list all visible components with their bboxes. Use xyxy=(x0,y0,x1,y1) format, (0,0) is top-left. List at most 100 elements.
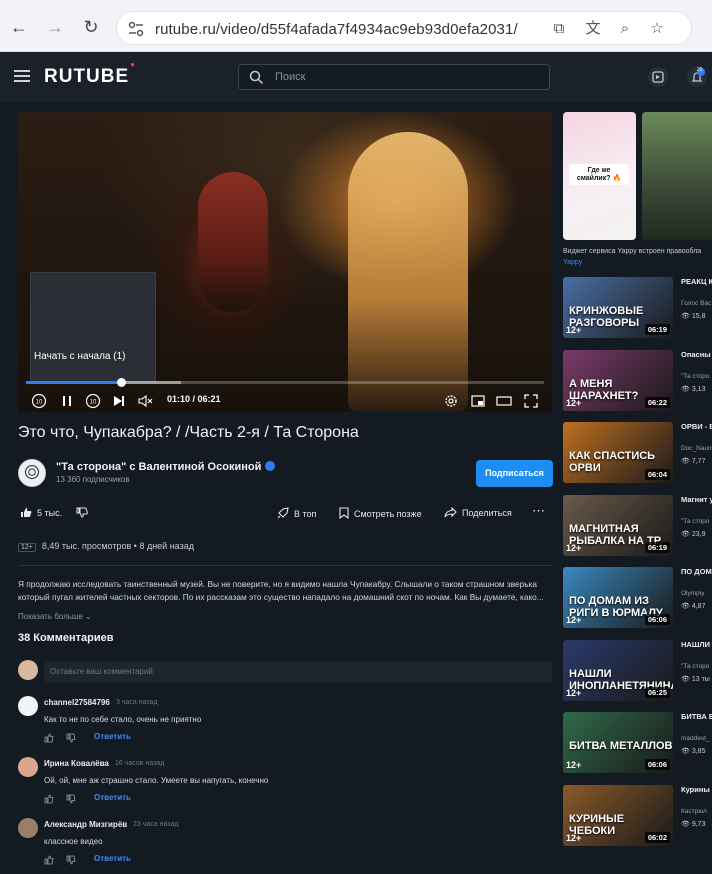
rewind-10-icon[interactable]: 10 xyxy=(30,392,48,410)
search-icon xyxy=(249,70,264,85)
comment-text: классное видео xyxy=(44,837,103,846)
recommended-channel[interactable]: Голос Вас xyxy=(681,300,711,307)
comment-vote-icons[interactable] xyxy=(44,794,84,804)
recommended-video-card[interactable]: КУРИНЫЕ ЧЕБОКИ12+06:02 Курины с начин Каст… xyxy=(563,784,712,849)
short-widget-caption: Виджет сервиса Yappy встроен правообла xyxy=(563,248,702,255)
resume-from-start[interactable]: Начать с начала (1) xyxy=(34,351,126,362)
picture-in-picture-icon[interactable] xyxy=(469,392,487,410)
site-info-icon[interactable] xyxy=(127,20,145,38)
forward-icon[interactable]: → xyxy=(42,14,68,40)
recommended-title[interactable]: Курины с начин xyxy=(681,785,712,795)
duration-badge: 06:25 xyxy=(644,686,670,698)
recommended-video-card[interactable]: МАГНИТНАЯ РЫБАЛКА НА ТР 12+ 06:19 Магнит у … xyxy=(563,494,712,559)
upload-icon[interactable] xyxy=(647,66,669,88)
forward-10-icon[interactable]: 10 xyxy=(84,392,102,410)
recommended-video-card[interactable]: КАК СПАСТИСЬ ОРВИ06:04 ОРВИ - ВАКЦИ Doc_Na… xyxy=(563,422,712,486)
short-video-card[interactable]: Где же смайлик? 🔥 xyxy=(563,112,636,240)
like-count: 5 тыс. xyxy=(37,508,63,518)
settings-gear-icon[interactable] xyxy=(442,392,460,410)
logo-dot: ● xyxy=(130,59,137,69)
video-thumbnail[interactable]: ПО ДОМАМ ИЗ РИГИ В ЮРМАЛУ 12+ 06:06 xyxy=(563,567,673,628)
recommended-title[interactable]: РЕАКЦ КРИНЖ xyxy=(681,277,712,287)
reload-icon[interactable]: ↻ xyxy=(78,14,104,40)
short-video-card[interactable] xyxy=(642,112,712,240)
recommended-video-card[interactable]: КРИНЖОВЫЕ РАЗГОВОРЫ12+06:19 РЕАКЦ КРИНЖ Го… xyxy=(563,277,712,341)
video-thumbnail[interactable]: КАК СПАСТИСЬ ОРВИ 06:04 xyxy=(563,422,673,483)
eye-icon: 👁 xyxy=(681,458,690,465)
recommended-channel[interactable]: Doc_Naum xyxy=(681,445,712,452)
video-thumbnail[interactable]: А МЕНЯ ШАРАХНЕТ? 12+ 06:22 xyxy=(563,349,673,411)
fullscreen-icon[interactable] xyxy=(522,392,540,410)
recommended-video-card[interactable]: НАШЛИ ИНОПЛАНЕТЯНИНА12+06:25 НАШЛИ ИНОПЛ "… xyxy=(563,639,712,704)
video-thumbnail[interactable]: НАШЛИ ИНОПЛАНЕТЯНИНА 12+ 06:25 xyxy=(563,639,673,701)
video-player[interactable]: Начать с начала (1) 10 10 01:10 / 06:21 xyxy=(18,112,552,412)
theater-mode-icon[interactable] xyxy=(495,392,513,410)
video-thumbnail[interactable]: КРИНЖОВЫЕ РАЗГОВОРЫ 12+ 06:19 xyxy=(563,277,673,338)
pause-icon[interactable] xyxy=(58,392,76,410)
recommended-channel[interactable]: Кастрюл xyxy=(681,808,707,815)
comment-time: 3 часа назад xyxy=(116,699,158,706)
comment-avatar[interactable] xyxy=(18,818,38,838)
dislike-button[interactable] xyxy=(76,507,93,518)
recommended-video-card[interactable]: ПО ДОМАМ ИЗ РИГИ В ЮРМАЛУ 12+ 06:06 ПО ДОМ … xyxy=(563,567,712,631)
open-in-app-icon[interactable]: ⧉ xyxy=(549,19,569,39)
like-button[interactable]: 5 тыс. xyxy=(20,507,62,518)
comment-avatar[interactable] xyxy=(18,696,38,716)
back-icon[interactable]: ← xyxy=(6,14,32,40)
comment-avatar[interactable] xyxy=(18,757,38,777)
video-thumbnail[interactable]: КУРИНЫЕ ЧЕБОКИ 12+ 06:02 xyxy=(563,784,673,846)
recommended-channel[interactable]: "Та сторо xyxy=(681,518,709,525)
video-thumbnail[interactable]: МАГНИТНАЯ РЫБАЛКА НА ТР 12+ 06:19 xyxy=(563,494,673,556)
subscribe-button[interactable]: Подписаться xyxy=(476,460,553,487)
age-rating-badge: 12+ xyxy=(566,325,582,335)
recommended-channel[interactable]: "Та сторо xyxy=(681,373,709,380)
video-thumbnail[interactable]: БИТВА МЕТАЛЛОВ 12+ 06:06 xyxy=(563,712,673,773)
age-rating-badge: 12+ xyxy=(566,397,582,408)
menu-icon[interactable] xyxy=(14,70,30,82)
recommended-channel[interactable]: Olympiy xyxy=(681,590,704,597)
recommended-channel[interactable]: "Та сторо xyxy=(681,663,709,670)
progress-bar[interactable] xyxy=(26,378,544,387)
recommended-video-card[interactable]: А МЕНЯ ШАРАХНЕТ?12+06:22Опасны экспери"Т… xyxy=(563,349,712,414)
comment-vote-icons[interactable] xyxy=(44,855,84,865)
comment-text: Как то не по себе стало, очень не приятн… xyxy=(44,715,202,724)
comment-author[interactable]: Ирина Ковалёва xyxy=(44,759,109,768)
more-options-icon[interactable]: ⋯ xyxy=(532,503,545,519)
recommended-title[interactable]: Опасны экспери xyxy=(681,350,712,360)
video-description: Я продолжаю исследовать таинственный муз… xyxy=(18,579,544,602)
duration-badge: 06:22 xyxy=(644,396,670,408)
reply-button[interactable]: Ответить xyxy=(94,854,131,863)
recommended-title[interactable]: БИТВА Бешена xyxy=(681,712,712,722)
reply-button[interactable]: Ответить xyxy=(94,732,131,741)
rutube-logo[interactable]: RUTUBE● xyxy=(44,60,135,88)
zoom-icon[interactable]: ⌕ xyxy=(615,19,635,39)
mute-icon[interactable] xyxy=(137,392,155,410)
recommended-title[interactable]: ОРВИ - ВАКЦИ xyxy=(681,422,712,432)
share-button[interactable]: Поделиться xyxy=(444,506,512,518)
add-to-top-button[interactable]: В топ xyxy=(277,507,316,519)
recommended-title[interactable]: Магнит у дома xyxy=(681,495,712,505)
channel-name[interactable]: "Та сторона" с Валентиной Осокиной xyxy=(56,461,276,473)
address-bar[interactable]: rutube.ru/video/d55f4afada7f4934ac9eb93d… xyxy=(116,11,692,45)
current-user-avatar xyxy=(18,660,38,680)
recommended-video-card[interactable]: БИТВА МЕТАЛЛОВ 12+ 06:06 БИТВА Бешена maddes… xyxy=(563,712,712,776)
comment-input[interactable]: Оставьте ваш комментарий xyxy=(44,661,552,683)
comment-author[interactable]: channel27584796 xyxy=(44,698,110,707)
bookmark-star-icon[interactable]: ☆ xyxy=(647,19,667,39)
duration-badge: 06:04 xyxy=(644,469,670,480)
age-rating-badge: 12+ xyxy=(566,832,582,843)
show-more-link[interactable]: Показать больше ⌄ xyxy=(18,612,92,621)
reply-button[interactable]: Ответить xyxy=(94,793,131,802)
watch-later-button[interactable]: Смотреть позже xyxy=(339,507,422,520)
recommended-title[interactable]: НАШЛИ ИНОПЛ xyxy=(681,640,712,650)
translate-icon[interactable]: 文 xyxy=(583,19,603,39)
next-icon[interactable] xyxy=(110,392,128,410)
channel-avatar[interactable] xyxy=(18,459,46,487)
comment-vote-icons[interactable] xyxy=(44,733,84,743)
recommended-title[interactable]: ПО ДОМ РИГИ В xyxy=(681,567,712,577)
recommended-channel[interactable]: maddest_ xyxy=(681,735,710,742)
recommended-views: 👁 13 ты xyxy=(681,675,710,683)
short-widget-brand[interactable]: Yappy xyxy=(563,259,582,266)
comment-author[interactable]: Александр Мизгирёв xyxy=(44,820,127,829)
search-input[interactable]: Поиск xyxy=(238,64,550,90)
